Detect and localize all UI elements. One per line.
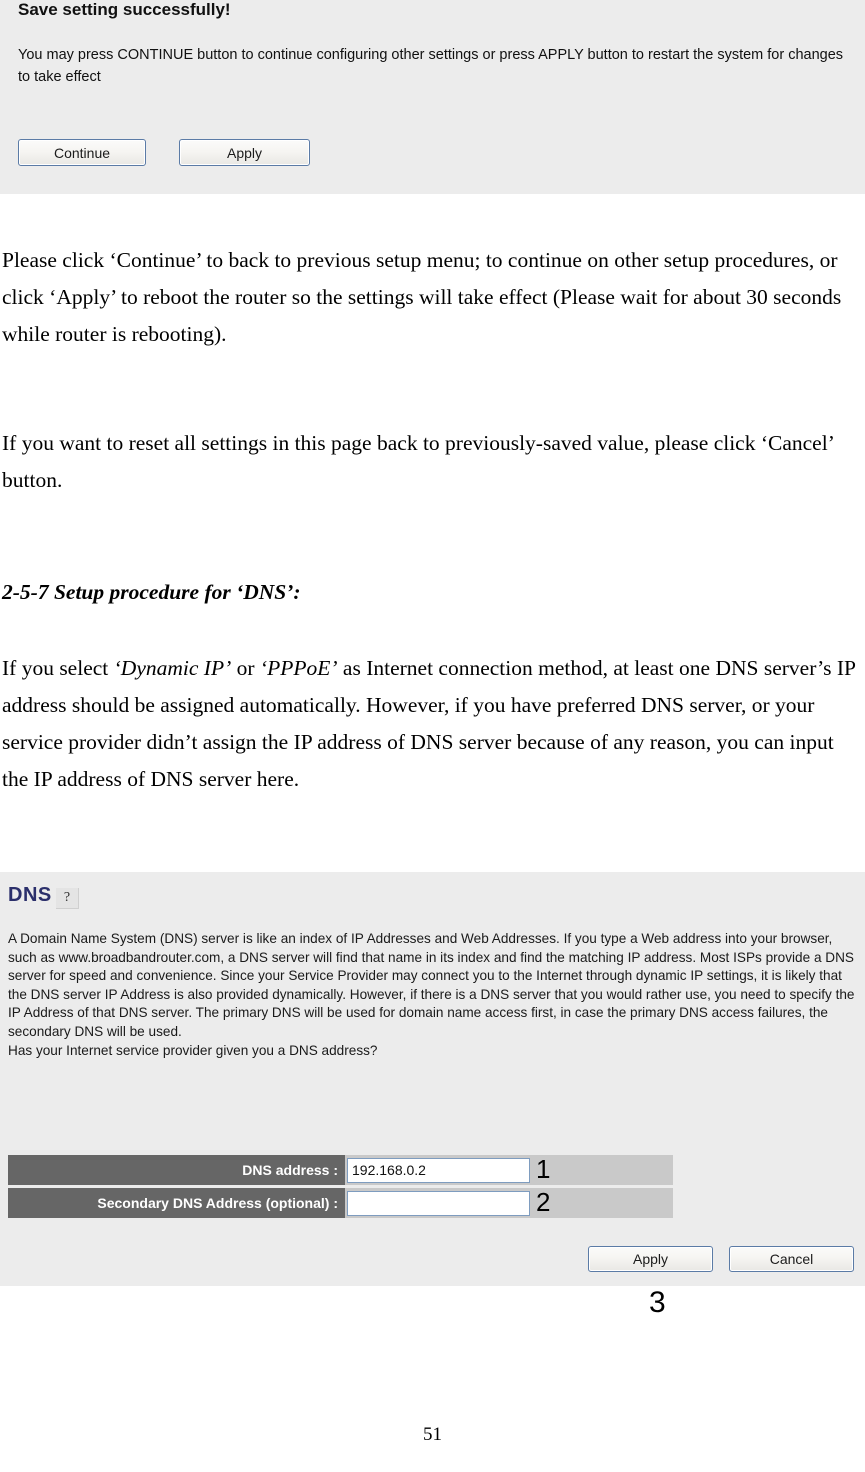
form-row-secondary-dns-address: Secondary DNS Address (optional) : 2	[8, 1188, 673, 1218]
continue-button[interactable]: Continue	[18, 139, 146, 166]
save-setting-title: Save setting successfully!	[18, 0, 231, 19]
manual-paragraph-dns-intro: If you select ‘Dynamic IP’ or ‘PPPoE’ as…	[2, 656, 856, 791]
save-setting-description: You may press CONTINUE button to continu…	[18, 47, 844, 85]
callout-number-2: 2	[536, 1187, 551, 1217]
dns-panel-title: DNS	[8, 884, 52, 906]
section-heading-2-5-7: 2-5-7 Setup procedure for ‘DNS’:	[2, 580, 301, 604]
cancel-button-dns[interactable]: Cancel	[729, 1246, 854, 1272]
secondary-dns-address-input[interactable]	[347, 1190, 530, 1216]
form-row-dns-address: DNS address : 1	[8, 1155, 673, 1185]
save-setting-button-group: Continue Apply	[18, 139, 310, 166]
apply-button-top[interactable]: Apply	[179, 139, 310, 166]
dns-address-value-cell: 1	[345, 1155, 673, 1185]
save-setting-panel: Save setting successfully! You may press…	[0, 0, 865, 194]
dns-form: DNS address : 1 Secondary DNS Address (o…	[8, 1155, 673, 1221]
dns-address-input[interactable]	[347, 1157, 530, 1183]
secondary-dns-address-value-cell: 2	[345, 1188, 673, 1218]
secondary-dns-address-label: Secondary DNS Address (optional) :	[8, 1188, 345, 1218]
apply-button-dns[interactable]: Apply	[588, 1246, 713, 1272]
page-number: 51	[423, 1424, 442, 1445]
dns-panel-description: A Domain Name System (DNS) server is lik…	[8, 930, 856, 1060]
dns-description-body: A Domain Name System (DNS) server is lik…	[8, 931, 855, 1039]
manual-paragraph-cancel: If you want to reset all settings in thi…	[2, 431, 834, 492]
dns-address-label: DNS address :	[8, 1155, 345, 1185]
manual-paragraph-continue-apply: Please click ‘Continue’ to back to previ…	[2, 248, 842, 346]
dns-description-question: Has your Internet service provider given…	[8, 1042, 378, 1058]
callout-number-3: 3	[649, 1286, 666, 1319]
dns-button-group: Apply Cancel	[588, 1246, 854, 1272]
callout-number-1: 1	[536, 1154, 551, 1184]
help-question-icon[interactable]: ?	[56, 888, 79, 909]
dns-settings-panel: DNS ? A Domain Name System (DNS) server …	[0, 872, 865, 1286]
